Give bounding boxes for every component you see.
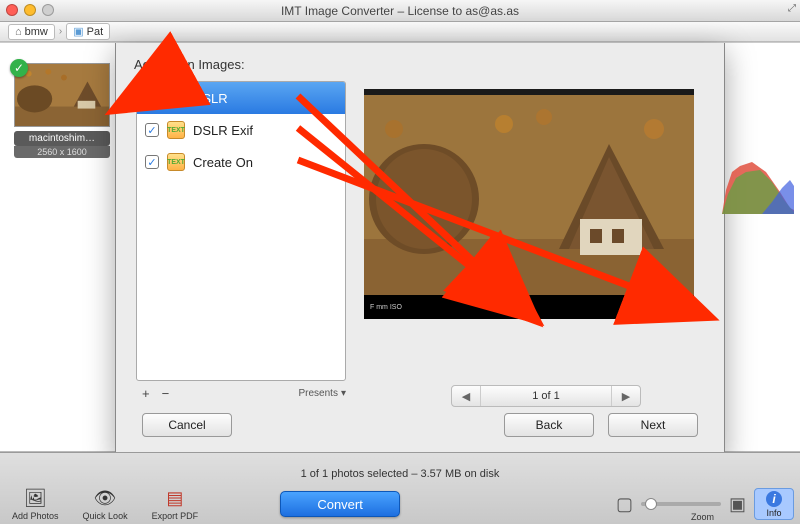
back-button[interactable]: Back [504, 413, 594, 437]
breadcrumb-label: bmw [25, 26, 48, 38]
dialog-title: Actions on Images: [116, 43, 724, 78]
app-window: IMT Image Converter – License to as@as.a… [0, 0, 800, 524]
breadcrumb-item[interactable]: ⌂ bmw [8, 24, 55, 40]
action-label: DSLR [193, 91, 228, 106]
create-on-icon: TEXT [167, 153, 185, 171]
svg-text:@ 17:05:28 12:15: @ 17:05:28 12:15 [644, 305, 692, 311]
status-bar: 1 of 1 photos selected – 3.57 MB on disk [0, 464, 800, 484]
home-icon: ⌂ [15, 26, 22, 38]
close-window-button[interactable] [6, 4, 18, 16]
checkbox-icon[interactable]: ✓ [145, 91, 159, 105]
quick-look-button[interactable]: 👁 Quick Look [71, 488, 140, 521]
checkbox-icon[interactable]: ✓ [145, 123, 159, 137]
add-action-button[interactable]: + [136, 386, 156, 401]
zoom-in-icon[interactable]: ▣ [729, 494, 746, 515]
zoom-slider[interactable] [641, 502, 721, 506]
action-item-dslr[interactable]: ✓ DSLR [137, 82, 345, 114]
actions-list: ✓ DSLR ✓ TEXT DSLR Exif ✓ TEXT Create On [136, 81, 346, 381]
thumbnail-dimensions: 2560 x 1600 [14, 146, 110, 158]
thumbnail-filename: macintoshim… [14, 131, 110, 146]
action-item-dslr-exif[interactable]: ✓ TEXT DSLR Exif [137, 114, 345, 146]
chevron-down-icon: ▾ [341, 388, 346, 399]
info-icon: i [766, 491, 782, 507]
svg-text:F mm ISO: F mm ISO [370, 304, 402, 311]
thumbnail-image [14, 63, 110, 127]
window-title: IMT Image Converter – License to as@as.a… [0, 4, 800, 18]
info-button[interactable]: i Info [754, 488, 794, 520]
pager-prev-button[interactable]: ◀ [452, 390, 480, 403]
pdf-icon: ▤ [166, 488, 183, 509]
add-photos-icon: 🖼 [24, 488, 47, 509]
exif-icon: TEXT [167, 121, 185, 139]
toolbar: 🖼 Add Photos 👁 Quick Look ▤ Export PDF C… [0, 484, 800, 524]
breadcrumb: ⌂ bmw › ▣ Pat [0, 22, 800, 42]
pager-next-button[interactable]: ▶ [612, 390, 640, 403]
zoom-window-button[interactable] [42, 4, 54, 16]
toolbar-label: Export PDF [152, 511, 199, 521]
presents-dropdown[interactable]: Presents ▾ [299, 388, 347, 399]
zoom-out-icon[interactable]: ▢ [616, 494, 633, 515]
eye-icon: 👁 [94, 488, 117, 509]
next-button[interactable]: Next [608, 413, 698, 437]
actions-dialog: Actions on Images: ✓ DSLR ✓ TEXT DSLR Ex… [115, 43, 725, 458]
preview-image: F mm ISO @ 17:05:28 12:15 [364, 89, 694, 319]
cancel-button[interactable]: Cancel [142, 413, 232, 437]
chevron-right-icon: › [59, 26, 62, 37]
toolbar-label: Quick Look [83, 511, 128, 521]
export-pdf-button[interactable]: ▤ Export PDF [140, 488, 211, 521]
histogram [722, 142, 794, 214]
toolbar-label: Add Photos [12, 511, 59, 521]
breadcrumb-item[interactable]: ▣ Pat [66, 23, 110, 40]
dslr-icon [167, 89, 185, 107]
breadcrumb-label: Pat [87, 26, 104, 38]
footer: 1 of 1 photos selected – 3.57 MB on disk… [0, 452, 800, 524]
zoom-label: Zoom [691, 512, 714, 522]
pager-label: 1 of 1 [480, 386, 612, 406]
info-label: Info [766, 508, 781, 518]
convert-button[interactable]: Convert [280, 491, 400, 517]
add-photos-button[interactable]: 🖼 Add Photos [0, 488, 71, 521]
action-item-create-on[interactable]: ✓ TEXT Create On [137, 146, 345, 178]
remove-action-button[interactable]: − [156, 386, 176, 401]
titlebar: IMT Image Converter – License to as@as.a… [0, 0, 800, 22]
checkbox-icon[interactable]: ✓ [145, 155, 159, 169]
folder-icon: ▣ [73, 25, 83, 38]
main-content: ✓ macintoshim… 2560 x 1600 Actions on Im… [0, 42, 800, 452]
pager: ◀ 1 of 1 ▶ [451, 385, 641, 407]
presents-label: Presents [299, 388, 338, 399]
check-badge-icon: ✓ [10, 59, 28, 77]
action-label: DSLR Exif [193, 123, 253, 138]
photo-thumbnail[interactable]: ✓ macintoshim… 2560 x 1600 [14, 63, 110, 158]
minimize-window-button[interactable] [24, 4, 36, 16]
fullscreen-icon[interactable]: ⤢ [788, 3, 796, 14]
action-label: Create On [193, 155, 253, 170]
